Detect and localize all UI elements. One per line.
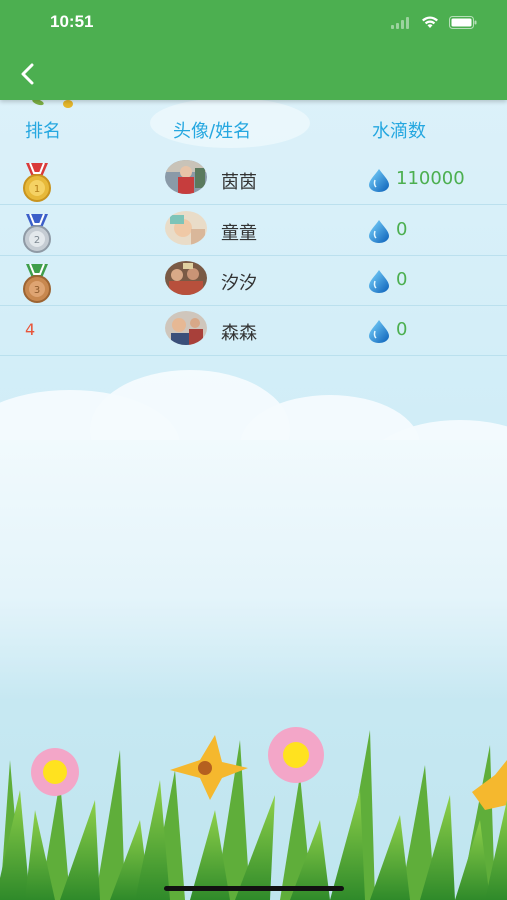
- status-icons: [391, 14, 477, 33]
- table-row[interactable]: 4 森森 0: [0, 306, 507, 356]
- avatar: [165, 261, 207, 295]
- bronze-medal-icon: 3: [18, 262, 56, 303]
- column-header-water-drops: 水滴数: [372, 121, 426, 142]
- avatar: [165, 311, 207, 345]
- svg-text:3: 3: [34, 285, 40, 296]
- water-drop-icon: [366, 167, 392, 193]
- back-button[interactable]: [12, 58, 44, 90]
- svg-text:2: 2: [34, 235, 40, 246]
- silver-medal-icon: 2: [18, 212, 56, 253]
- water-drop-count: 0: [396, 269, 408, 290]
- water-drop-count: 110000: [396, 168, 465, 189]
- column-header-avatar-name: 头像/姓名: [173, 121, 252, 142]
- player-name: 茵茵: [221, 172, 257, 193]
- water-drop-icon: [366, 218, 392, 244]
- grass-flowers-decoration: [0, 727, 507, 900]
- rank-number: 4: [25, 320, 36, 339]
- avatar: [165, 211, 207, 245]
- cellular-signal-icon: [391, 14, 411, 33]
- player-name: 汐汐: [221, 273, 257, 294]
- pink-flower-left: [31, 748, 79, 796]
- water-drop-count: 0: [396, 219, 408, 240]
- pink-flower-center: [268, 727, 324, 783]
- table-row[interactable]: 3 汐汐 0: [0, 256, 507, 306]
- battery-icon: [449, 14, 477, 33]
- water-drop-icon: [366, 268, 392, 294]
- player-name: 森森: [221, 323, 257, 344]
- avatar: [165, 160, 207, 194]
- water-drop-count: 0: [396, 319, 408, 340]
- water-drop-icon: [366, 318, 392, 344]
- status-time: 10:51: [50, 12, 94, 31]
- player-name: 童童: [221, 223, 257, 244]
- column-header-rank: 排名: [25, 121, 61, 142]
- app-header: 10:51: [0, 0, 507, 100]
- svg-text:1: 1: [34, 184, 40, 195]
- chevron-left-icon: [21, 63, 34, 85]
- table-row[interactable]: 1 茵茵 110000: [0, 155, 507, 205]
- gold-medal-icon: 1: [18, 161, 56, 202]
- table-row[interactable]: 2 童童 0: [0, 206, 507, 256]
- wifi-icon: [421, 14, 439, 33]
- home-indicator: [164, 886, 344, 891]
